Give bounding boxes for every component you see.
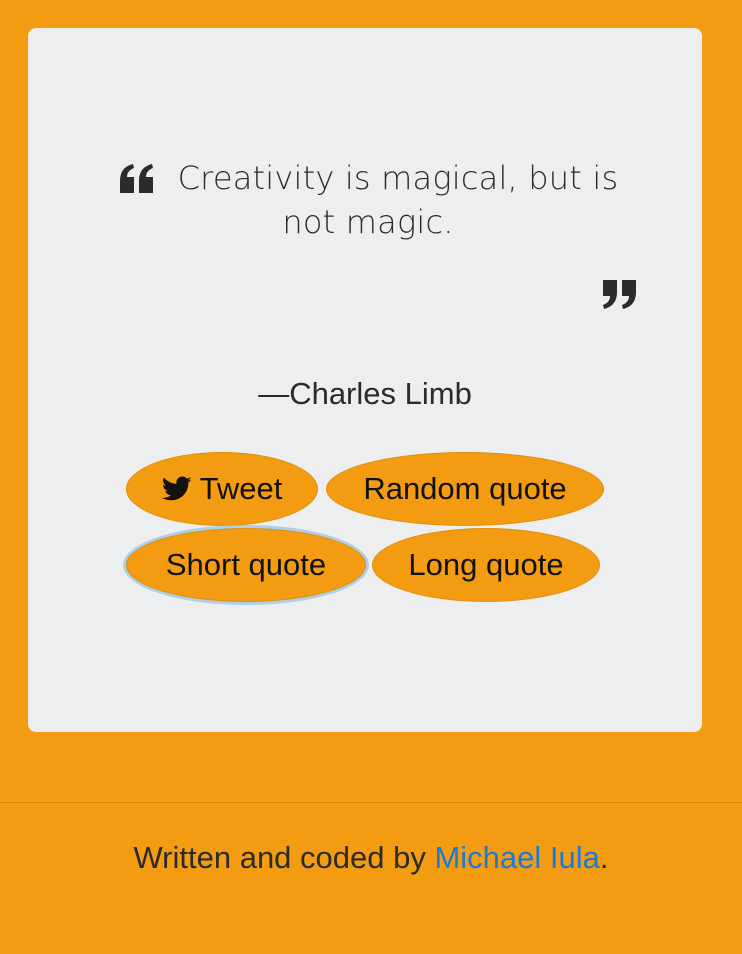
- long-quote-label: Long quote: [408, 547, 564, 582]
- quote-text-container: Creativity is magical, but is not magic.: [88, 156, 648, 244]
- short-quote-label: Short quote: [165, 547, 327, 582]
- long-quote-button[interactable]: Long quote: [372, 528, 600, 602]
- tweet-label: Tweet: [199, 471, 283, 506]
- quote-author: —Charles Limb: [258, 376, 472, 411]
- footer-suffix: .: [599, 840, 609, 875]
- quote-left-icon: [119, 164, 153, 193]
- footer-prefix: Written and coded by: [133, 840, 435, 875]
- author-link[interactable]: Michael Iula: [434, 840, 599, 875]
- footer: Written and coded by Michael Iula.: [0, 840, 742, 876]
- random-quote-button[interactable]: Random quote: [326, 452, 604, 526]
- tweet-button[interactable]: Tweet: [126, 452, 318, 526]
- random-quote-label: Random quote: [363, 471, 567, 506]
- quote-block: Creativity is magical, but is not magic.: [88, 156, 648, 244]
- quote-right-icon: [603, 280, 636, 309]
- quote-card: Creativity is magical, but is not magic.…: [28, 28, 702, 732]
- short-quote-button[interactable]: Short quote: [126, 528, 366, 602]
- twitter-icon: [161, 476, 192, 501]
- quote-text: Creativity is magical, but is not magic.: [177, 159, 619, 241]
- footer-divider: [0, 802, 742, 803]
